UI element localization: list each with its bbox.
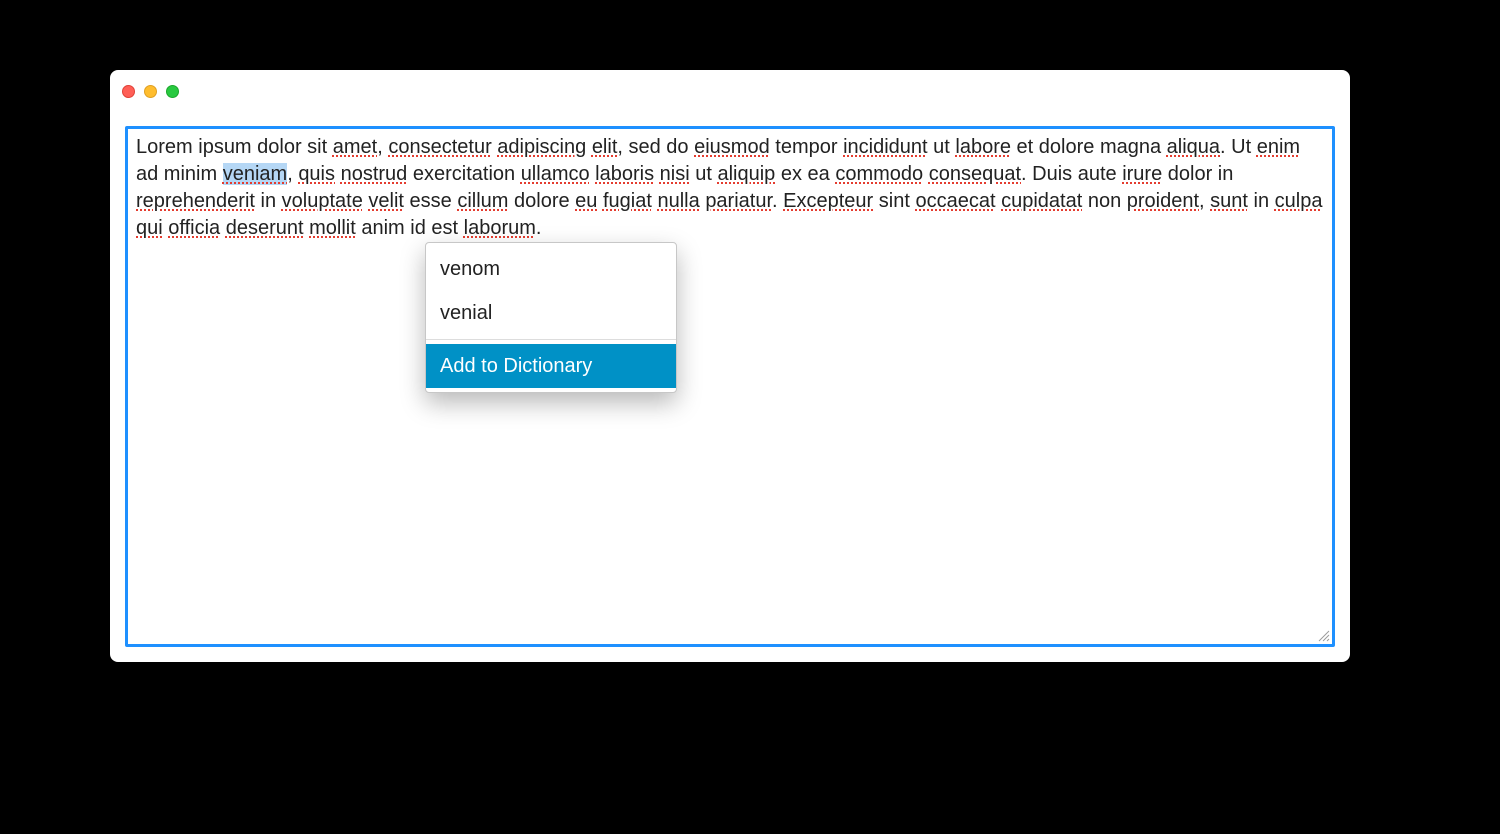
text-run[interactable]: exercitation <box>407 163 520 185</box>
window-minimize-button[interactable] <box>144 85 157 98</box>
text-run[interactable]: Lorem ipsum dolor sit <box>136 136 333 158</box>
spellcheck-context-menu[interactable]: venomvenial Add to Dictionary <box>425 242 677 393</box>
text-run[interactable]: dolor in <box>1162 163 1233 185</box>
text-run[interactable]: ut <box>690 163 718 185</box>
misspelled-word[interactable]: officia <box>168 217 220 239</box>
misspelled-word[interactable]: laborum <box>464 217 536 239</box>
misspelled-word[interactable]: commodo <box>835 163 923 185</box>
text-run[interactable]: , <box>287 163 298 185</box>
text-editor-frame: Lorem ipsum dolor sit amet, consectetur … <box>125 126 1335 647</box>
window-close-button[interactable] <box>122 85 135 98</box>
text-run[interactable]: tempor <box>770 136 843 158</box>
context-menu-item[interactable]: venial <box>426 291 676 335</box>
text-run[interactable]: ex ea <box>775 163 835 185</box>
misspelled-word[interactable]: quis <box>298 163 335 185</box>
misspelled-word[interactable]: ullamco <box>521 163 590 185</box>
misspelled-word[interactable]: elit <box>592 136 618 158</box>
text-run[interactable]: ad minim <box>136 163 223 185</box>
misspelled-word[interactable]: voluptate <box>282 190 363 212</box>
selected-word[interactable]: veniam <box>223 163 287 185</box>
misspelled-word[interactable]: nulla <box>657 190 699 212</box>
text-run[interactable]: non <box>1082 190 1126 212</box>
text-run[interactable]: in <box>255 190 282 212</box>
misspelled-word[interactable]: sunt <box>1210 190 1248 212</box>
text-run[interactable]: dolore <box>508 190 575 212</box>
misspelled-word[interactable]: nostrud <box>341 163 408 185</box>
text-run[interactable]: sint <box>873 190 915 212</box>
titlebar[interactable] <box>110 70 1350 105</box>
text-run[interactable]: esse <box>404 190 457 212</box>
misspelled-word[interactable]: qui <box>136 217 163 239</box>
misspelled-word[interactable]: adipiscing <box>497 136 586 158</box>
misspelled-word[interactable]: nisi <box>660 163 690 185</box>
text-run[interactable]: . Ut <box>1220 136 1257 158</box>
text-run[interactable]: et dolore magna <box>1011 136 1167 158</box>
misspelled-word[interactable]: laboris <box>595 163 654 185</box>
misspelled-word[interactable]: proident <box>1127 190 1199 212</box>
text-run[interactable]: . <box>772 190 783 212</box>
misspelled-word[interactable]: consectetur <box>388 136 491 158</box>
misspelled-word[interactable]: mollit <box>309 217 356 239</box>
text-run[interactable]: . Duis aute <box>1021 163 1122 185</box>
misspelled-word[interactable]: aliquip <box>717 163 775 185</box>
misspelled-word[interactable]: irure <box>1122 163 1162 185</box>
misspelled-word[interactable]: eiusmod <box>694 136 770 158</box>
text-run[interactable]: , <box>1199 190 1210 212</box>
misspelled-word[interactable]: incididunt <box>843 136 928 158</box>
misspelled-word[interactable]: amet <box>333 136 377 158</box>
text-run[interactable]: . <box>536 217 542 239</box>
misspelled-word[interactable]: deserunt <box>226 217 304 239</box>
misspelled-word[interactable]: velit <box>368 190 404 212</box>
window-zoom-button[interactable] <box>166 85 179 98</box>
context-menu-separator <box>426 339 676 340</box>
misspelled-word[interactable]: labore <box>955 136 1011 158</box>
misspelled-word[interactable]: occaecat <box>915 190 995 212</box>
misspelled-word[interactable]: reprehenderit <box>136 190 255 212</box>
app-window: Lorem ipsum dolor sit amet, consectetur … <box>110 70 1350 662</box>
text-run[interactable]: , sed do <box>617 136 694 158</box>
text-run[interactable]: ut <box>928 136 956 158</box>
text-run[interactable]: anim id est <box>356 217 464 239</box>
misspelled-word[interactable]: enim <box>1257 136 1300 158</box>
misspelled-word[interactable]: consequat <box>929 163 1021 185</box>
misspelled-word[interactable]: fugiat <box>603 190 652 212</box>
misspelled-word[interactable]: pariatur <box>705 190 772 212</box>
text-run[interactable]: , <box>377 136 388 158</box>
text-run[interactable]: in <box>1248 190 1275 212</box>
misspelled-word[interactable]: Excepteur <box>783 190 873 212</box>
misspelled-word[interactable]: aliqua <box>1167 136 1220 158</box>
context-menu-item[interactable]: venom <box>426 247 676 291</box>
misspelled-word[interactable]: eu <box>575 190 597 212</box>
misspelled-word[interactable]: cillum <box>457 190 508 212</box>
context-menu-item[interactable]: Add to Dictionary <box>426 344 676 388</box>
misspelled-word[interactable]: culpa <box>1275 190 1323 212</box>
text-editor[interactable]: Lorem ipsum dolor sit amet, consectetur … <box>128 129 1332 644</box>
misspelled-word[interactable]: cupidatat <box>1001 190 1082 212</box>
